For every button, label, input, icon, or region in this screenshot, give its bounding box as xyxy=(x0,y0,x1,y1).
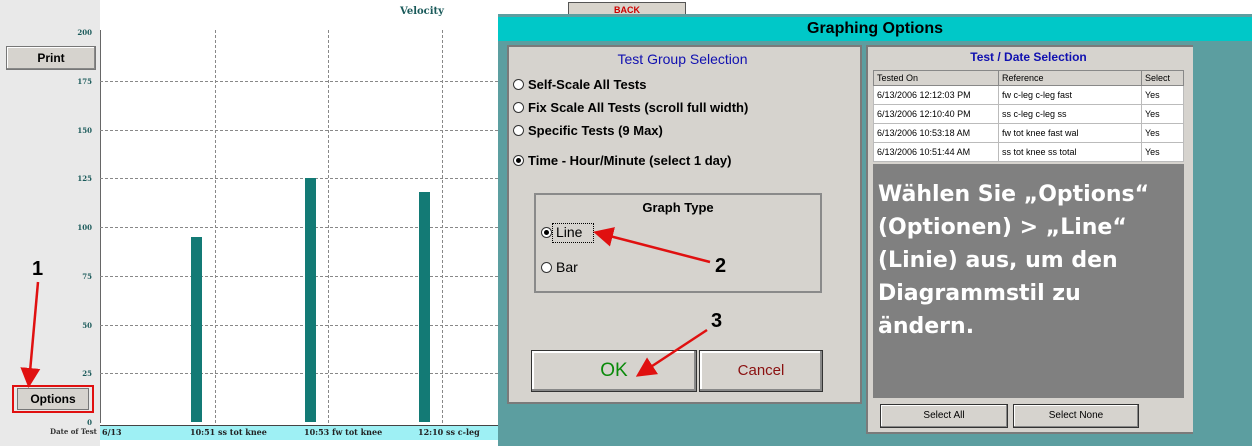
arrow-to-ok-button xyxy=(635,328,708,377)
arrow-to-options xyxy=(20,281,41,388)
annotation-arrows xyxy=(20,227,711,388)
arrow-to-line-radio xyxy=(593,227,711,264)
